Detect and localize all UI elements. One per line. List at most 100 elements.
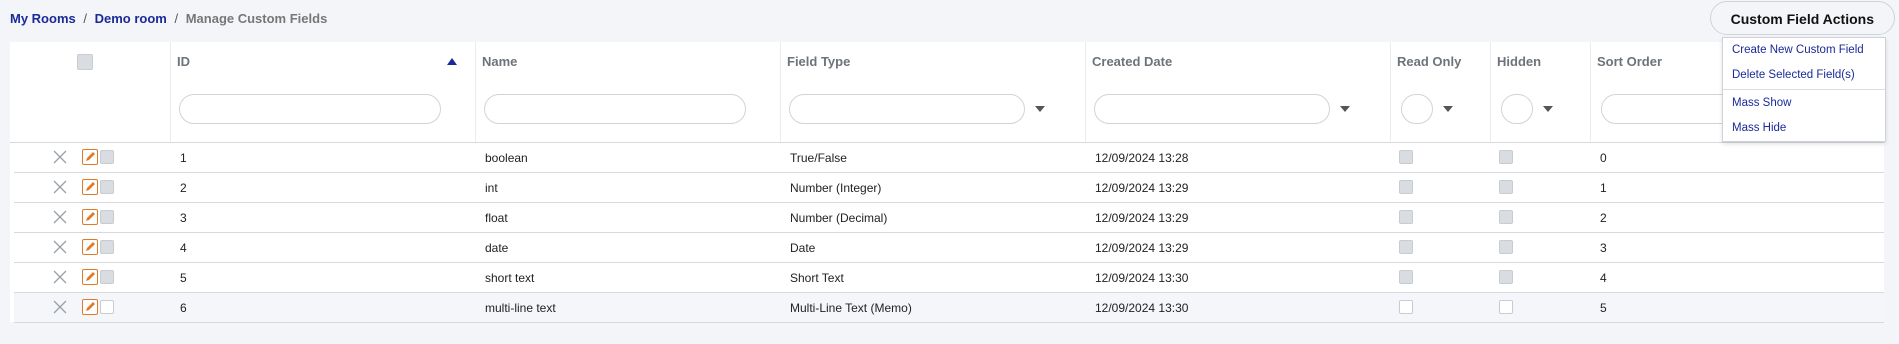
read-only-filter-select[interactable]	[1401, 94, 1433, 124]
hidden-checkbox[interactable]	[1499, 300, 1513, 314]
field-type-cell: True/False	[790, 151, 847, 165]
sort-order-cell: 1	[1600, 181, 1607, 195]
column-label: Field Type	[787, 54, 851, 69]
column-label: ID	[177, 54, 190, 69]
close-icon[interactable]	[53, 300, 67, 314]
sort-order-cell: 0	[1600, 151, 1607, 165]
field-type-cell: Number (Integer)	[790, 181, 882, 195]
field-type-filter-select[interactable]	[789, 94, 1025, 124]
menu-item-create-new-custom-field[interactable]: Create New Custom Field	[1723, 38, 1885, 63]
created-date-cell: 12/09/2024 13:29	[1095, 211, 1189, 225]
name-filter-input[interactable]	[484, 94, 746, 124]
chevron-down-icon[interactable]	[1035, 106, 1045, 112]
hidden-checkbox[interactable]	[1499, 210, 1513, 224]
read-only-checkbox[interactable]	[1399, 300, 1413, 314]
edit-icon[interactable]	[82, 209, 98, 225]
breadcrumb-demo-room[interactable]: Demo room	[95, 11, 167, 26]
row-select-checkbox[interactable]	[100, 210, 114, 224]
id-cell: 5	[180, 271, 187, 285]
chevron-down-icon[interactable]	[1340, 106, 1350, 112]
chevron-down-icon[interactable]	[1543, 106, 1553, 112]
hidden-checkbox[interactable]	[1499, 150, 1513, 164]
column-id[interactable]: ID	[170, 42, 475, 142]
created-date-cell: 12/09/2024 13:30	[1095, 301, 1189, 315]
name-cell: int	[485, 181, 498, 195]
row-select-checkbox[interactable]	[100, 270, 114, 284]
column-label: Name	[482, 54, 518, 69]
row-select-checkbox[interactable]	[100, 150, 114, 164]
field-type-cell: Date	[790, 241, 816, 255]
read-only-checkbox[interactable]	[1399, 150, 1413, 164]
menu-item-mass-hide[interactable]: Mass Hide	[1723, 116, 1885, 141]
created-date-filter-input[interactable]	[1094, 94, 1330, 124]
hidden-checkbox[interactable]	[1499, 270, 1513, 284]
table-row[interactable]: 2 int Number (Integer) 12/09/2024 13:29 1	[14, 173, 1884, 203]
row-select-checkbox[interactable]	[100, 240, 114, 254]
table-row[interactable]: 1 boolean True/False 12/09/2024 13:28 0	[14, 143, 1884, 173]
chevron-down-icon[interactable]	[1443, 106, 1453, 112]
row-select-checkbox[interactable]	[100, 180, 114, 194]
name-cell: float	[485, 211, 508, 225]
created-date-cell: 12/09/2024 13:29	[1095, 181, 1189, 195]
close-icon[interactable]	[53, 210, 67, 224]
close-icon[interactable]	[53, 150, 67, 164]
hidden-checkbox[interactable]	[1499, 240, 1513, 254]
menu-item-delete-selected-fields[interactable]: Delete Selected Field(s)	[1723, 63, 1885, 88]
hidden-checkbox[interactable]	[1499, 180, 1513, 194]
table-row[interactable]: 6 multi-line text Multi-Line Text (Memo) 12…	[14, 293, 1884, 323]
sort-order-cell: 3	[1600, 241, 1607, 255]
breadcrumb-my-rooms[interactable]: My Rooms	[10, 11, 76, 26]
column-field-type[interactable]: Field Type	[780, 42, 1085, 142]
column-label: Read Only	[1397, 54, 1462, 69]
grid-header: ID Name Field Type Created Date Read Onl…	[10, 42, 1884, 143]
table-row[interactable]: 5 short text Short Text 12/09/2024 13:30 4	[14, 263, 1884, 293]
breadcrumb: My Rooms / Demo room / Manage Custom Fie…	[10, 11, 327, 26]
custom-field-actions-menu: Create New Custom Field Delete Selected …	[1722, 37, 1886, 142]
id-filter-input[interactable]	[179, 94, 441, 124]
edit-icon[interactable]	[82, 299, 98, 315]
close-icon[interactable]	[53, 270, 67, 284]
column-read-only[interactable]: Read Only	[1390, 42, 1490, 142]
sort-order-cell: 5	[1600, 301, 1607, 315]
column-created-date[interactable]: Created Date	[1085, 42, 1390, 142]
close-icon[interactable]	[53, 240, 67, 254]
menu-item-mass-show[interactable]: Mass Show	[1723, 91, 1885, 116]
select-all-checkbox[interactable]	[77, 54, 93, 70]
read-only-checkbox[interactable]	[1399, 210, 1413, 224]
created-date-cell: 12/09/2024 13:29	[1095, 241, 1189, 255]
column-label: Created Date	[1092, 54, 1173, 69]
column-label: Sort Order	[1597, 54, 1663, 69]
field-type-cell: Short Text	[790, 271, 844, 285]
sort-order-cell: 4	[1600, 271, 1607, 285]
read-only-checkbox[interactable]	[1399, 240, 1413, 254]
menu-divider	[1723, 89, 1885, 90]
field-type-cell: Number (Decimal)	[790, 211, 888, 225]
hidden-filter-select[interactable]	[1501, 94, 1533, 124]
name-cell: date	[485, 241, 509, 255]
edit-icon[interactable]	[82, 239, 98, 255]
edit-icon[interactable]	[82, 179, 98, 195]
read-only-checkbox[interactable]	[1399, 270, 1413, 284]
id-cell: 4	[180, 241, 187, 255]
id-cell: 1	[180, 151, 187, 165]
table-row[interactable]: 4 date Date 12/09/2024 13:29 3	[14, 233, 1884, 263]
row-select-checkbox[interactable]	[100, 300, 114, 314]
read-only-checkbox[interactable]	[1399, 180, 1413, 194]
close-icon[interactable]	[53, 180, 67, 194]
column-label: Hidden	[1497, 54, 1542, 69]
name-cell: short text	[485, 271, 535, 285]
name-cell: multi-line text	[485, 301, 556, 315]
custom-field-actions-button[interactable]: Custom Field Actions	[1709, 1, 1895, 35]
field-type-cell: Multi-Line Text (Memo)	[790, 301, 912, 315]
table-row[interactable]: 3 float Number (Decimal) 12/09/2024 13:29 2	[14, 203, 1884, 233]
breadcrumb-separator: /	[83, 11, 87, 26]
id-cell: 6	[180, 301, 187, 315]
created-date-cell: 12/09/2024 13:28	[1095, 151, 1189, 165]
created-date-cell: 12/09/2024 13:30	[1095, 271, 1189, 285]
column-name[interactable]: Name	[475, 42, 780, 142]
edit-icon[interactable]	[82, 269, 98, 285]
sort-order-cell: 2	[1600, 211, 1607, 225]
column-hidden[interactable]: Hidden	[1490, 42, 1590, 142]
edit-icon[interactable]	[82, 149, 98, 165]
custom-fields-grid: ID Name Field Type Created Date Read Onl…	[10, 42, 1884, 323]
